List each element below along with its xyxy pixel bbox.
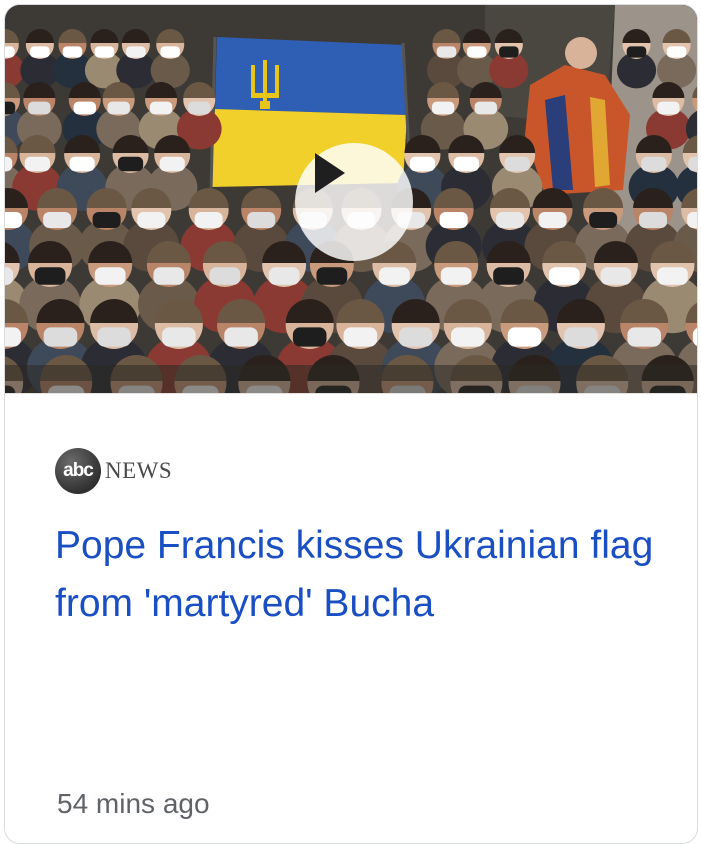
divider <box>5 393 697 394</box>
timestamp: 54 mins ago <box>57 788 210 819</box>
source-name: NEWS <box>105 458 173 483</box>
news-card[interactable]: abc NEWS Pope Francis kisses Ukrainian f… <box>4 4 698 844</box>
headline-link[interactable]: Pope Francis kisses Ukrainian flag from … <box>55 517 655 633</box>
source-attribution: abc NEWS <box>55 448 172 494</box>
play-button[interactable] <box>295 143 413 261</box>
video-thumbnail[interactable] <box>5 5 697 393</box>
play-icon <box>315 153 345 193</box>
abc-logo: abc <box>55 448 101 494</box>
